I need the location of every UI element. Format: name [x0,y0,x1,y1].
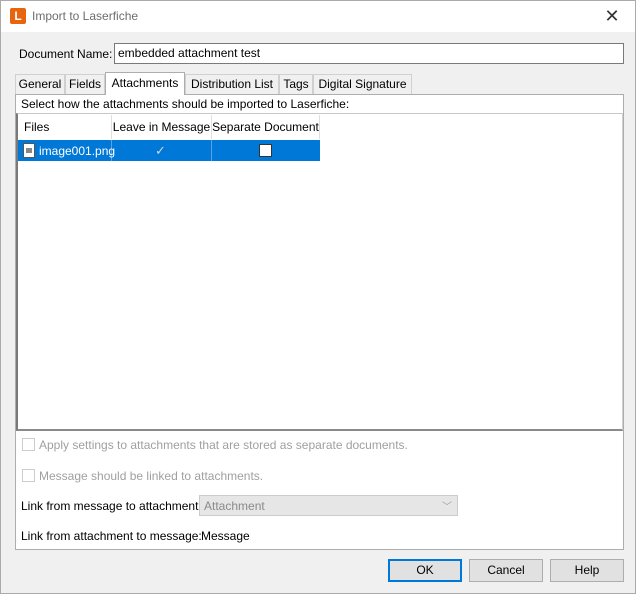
import-dialog: L Import to Laserfiche ✕ Document Name: … [0,0,636,594]
leave-in-message-checkbox: ✓ [155,143,166,158]
attachment-file-name: image001.png [39,144,116,158]
tab-fields[interactable]: Fields [65,74,105,94]
help-button[interactable]: Help [550,559,624,582]
window-title: Import to Laserfiche [32,9,139,23]
separate-document-checkbox[interactable] [259,144,272,157]
tab-general[interactable]: General [15,74,65,94]
document-name-input[interactable]: embedded attachment test [114,43,624,64]
chevron-down-icon: ﹀ [442,502,452,513]
tab-digital-signature[interactable]: Digital Signature [313,74,412,94]
link-attachment-to-message-value: Message [201,529,250,543]
close-icon[interactable]: ✕ [589,1,635,32]
apply-settings-label: Apply settings to attachments that are s… [39,438,408,452]
linked-label: Message should be linked to attachments. [39,469,264,483]
laserfiche-app-icon: L [10,8,26,24]
attachments-instructions: Select how the attachments should be imp… [21,97,350,111]
image-file-icon [23,143,35,158]
column-header-leave-in-message[interactable]: Leave in Message [112,115,212,139]
apply-settings-checkbox[interactable] [22,438,35,451]
tab-distribution-list[interactable]: Distribution List [185,74,279,94]
linked-checkbox[interactable] [22,469,35,482]
tab-attachments[interactable]: Attachments [105,72,185,95]
column-header-files[interactable]: Files [18,115,112,139]
link-message-to-attachment-label: Link from message to attachment: [21,499,202,513]
link-attachment-to-message-label: Link from attachment to message: [21,529,202,543]
link-message-to-attachment-value: Attachment [204,499,265,513]
cancel-button[interactable]: Cancel [469,559,543,582]
ok-button[interactable]: OK [388,559,462,582]
cell-divider [211,140,212,161]
column-header-separate-document[interactable]: Separate Document [212,115,320,139]
title-bar: L Import to Laserfiche ✕ [1,1,635,32]
document-name-label: Document Name: [19,47,113,61]
tab-tags[interactable]: Tags [279,74,313,94]
link-message-to-attachment-select[interactable]: Attachment ﹀ [199,495,458,516]
